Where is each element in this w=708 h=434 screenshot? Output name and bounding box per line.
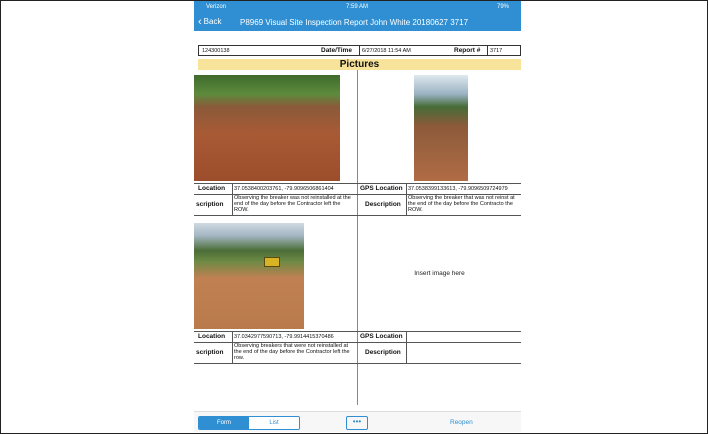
datetime-value: 6/27/2018 11:54 AM bbox=[359, 46, 411, 55]
location-label-3: Location bbox=[198, 333, 226, 340]
chevron-left-icon: ‹ bbox=[198, 16, 202, 28]
description-label-4: Description bbox=[365, 349, 401, 356]
pictures-section-header: Pictures bbox=[198, 59, 521, 70]
location-value-2[interactable]: 37.0538399133613, -79.9096509724979 bbox=[408, 186, 508, 192]
site-photo-1[interactable] bbox=[194, 75, 340, 181]
report-header-row: 124300138 Date/Time 6/27/2018 11:54 AM R… bbox=[198, 45, 521, 56]
description-row-2: scription Observing breakers that were n… bbox=[194, 342, 521, 364]
cell-divider bbox=[232, 332, 233, 342]
location-label-2: GPS Location bbox=[360, 185, 403, 192]
back-label: Back bbox=[203, 17, 222, 26]
insert-image-placeholder[interactable]: Insert image here bbox=[358, 270, 521, 277]
description-label-1: scription bbox=[196, 201, 224, 208]
excavator-shape bbox=[264, 257, 280, 267]
description-value-1[interactable]: Observing the breaker was not reinstalle… bbox=[234, 195, 356, 213]
battery-level: 79% bbox=[496, 4, 509, 10]
back-button[interactable]: ‹ Back bbox=[198, 16, 222, 28]
location-label-1: Location bbox=[198, 185, 226, 192]
location-value-3[interactable]: 37.0342977590713, -79.9914415370486 bbox=[234, 334, 334, 340]
cell-divider bbox=[232, 342, 233, 363]
form-tab[interactable]: Form bbox=[199, 417, 249, 429]
view-segmented-control: Form List bbox=[198, 416, 300, 430]
nav-bar: ‹ Back P8969 Visual Site Inspection Repor… bbox=[194, 15, 521, 31]
clock: 7:59 AM bbox=[346, 4, 369, 10]
description-row-1: scription Observing the breaker was not … bbox=[194, 194, 521, 216]
report-number-label: Report # bbox=[454, 47, 481, 54]
location-label-4: GPS Location bbox=[360, 333, 403, 340]
description-value-2[interactable]: Observing the breaker that was not reins… bbox=[408, 195, 520, 213]
location-value-1[interactable]: 37.0538400203761, -79.9096506861404 bbox=[234, 186, 334, 192]
report-sheet: 124300138 Date/Time 6/27/2018 11:54 AM R… bbox=[194, 45, 521, 405]
report-number-value: 3717 bbox=[487, 46, 502, 55]
screen-frame: Verizon 7:59 AM 79% ‹ Back P8969 Visual S… bbox=[0, 0, 708, 434]
cell-divider bbox=[232, 194, 233, 215]
cell-divider bbox=[406, 194, 407, 215]
carrier-label: Verizon bbox=[206, 4, 227, 10]
status-bar: Verizon 7:59 AM 79% bbox=[194, 1, 521, 15]
report-id: 124300138 bbox=[202, 48, 230, 54]
more-button[interactable]: ••• bbox=[346, 416, 368, 430]
cell-divider bbox=[406, 332, 407, 342]
description-value-3[interactable]: Observing breakers that were not reinsta… bbox=[234, 343, 356, 361]
datetime-label: Date/Time bbox=[321, 47, 352, 54]
ipad-app: Verizon 7:59 AM 79% ‹ Back P8969 Visual S… bbox=[194, 1, 521, 433]
list-tab[interactable]: List bbox=[249, 417, 299, 429]
description-label-2: Description bbox=[365, 201, 401, 208]
description-label-3: scription bbox=[196, 349, 224, 356]
bottom-toolbar: Form List ••• Reopen bbox=[194, 411, 521, 432]
page-title: P8969 Visual Site Inspection Report John… bbox=[240, 18, 469, 27]
cell-divider bbox=[406, 342, 407, 363]
cell-divider bbox=[232, 184, 233, 194]
site-photo-3[interactable] bbox=[194, 223, 304, 329]
cell-divider bbox=[406, 184, 407, 194]
site-photo-2[interactable] bbox=[414, 75, 468, 181]
reopen-button[interactable]: Reopen bbox=[450, 419, 473, 426]
